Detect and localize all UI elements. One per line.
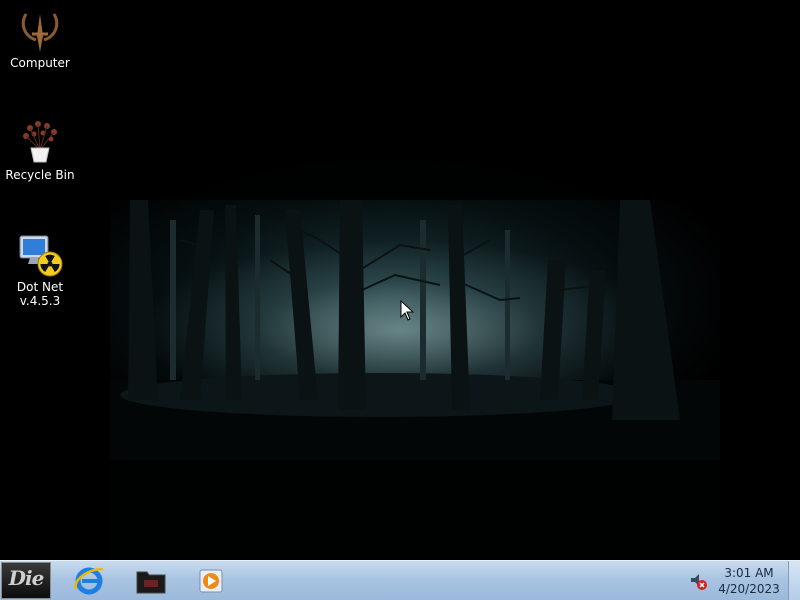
taskbar-media-player-button[interactable] (190, 563, 232, 599)
clock-date: 4/20/2023 (718, 582, 780, 596)
desktop-icon-recycle-bin[interactable]: Recycle Bin (0, 118, 80, 182)
desktop-icon-label: Dot Net v.4.5.3 (16, 280, 64, 308)
start-button[interactable]: Die (1, 562, 51, 599)
taskbar: Die (0, 560, 800, 600)
desktop[interactable]: Computer Recycle Bin Dot Net v.4.5.3 (0, 0, 800, 560)
quake-logo-icon (21, 13, 59, 52)
media-player-icon (199, 569, 223, 593)
desktop-icon-label: Recycle Bin (5, 168, 75, 182)
folder-icon (136, 571, 166, 594)
speaker-muted-icon[interactable] (689, 571, 709, 591)
internet-explorer-icon (74, 567, 104, 595)
mouse-cursor-icon (400, 300, 414, 321)
show-desktop-button[interactable] (788, 561, 800, 600)
desktop-icon-label: Computer (10, 56, 70, 70)
start-button-label: Die (8, 566, 45, 590)
forest-wallpaper (0, 0, 800, 560)
computer-radiation-icon (19, 235, 63, 277)
taskbar-internet-explorer-button[interactable] (68, 563, 110, 599)
taskbar-file-explorer-button[interactable] (130, 563, 172, 599)
desktop-icon-computer[interactable]: Computer (0, 6, 80, 70)
system-clock[interactable]: 3:01 AM 4/20/2023 (712, 562, 786, 598)
desktop-icon-dot-net[interactable]: Dot Net v.4.5.3 (0, 230, 80, 308)
potted-plant-icon (23, 121, 57, 163)
clock-time: 3:01 AM (724, 566, 774, 580)
